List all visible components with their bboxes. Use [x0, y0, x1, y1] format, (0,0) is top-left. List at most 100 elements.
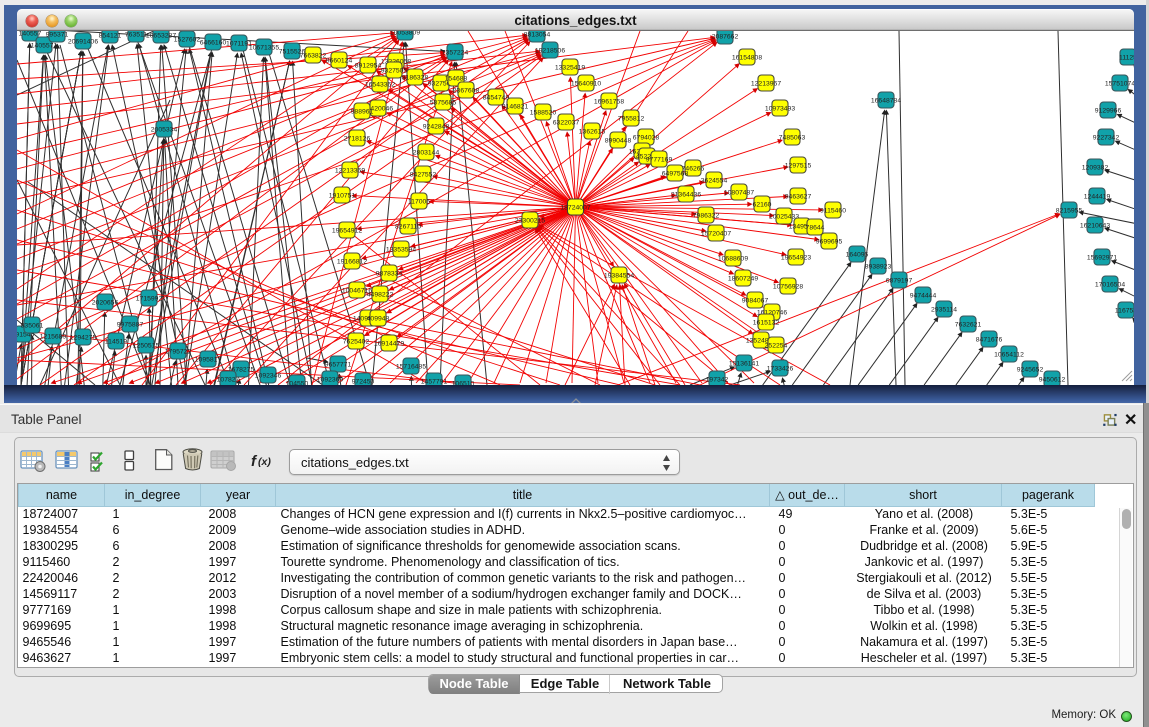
svg-text:9975887: 9975887	[117, 321, 144, 328]
svg-text:17016504: 17016504	[1095, 281, 1125, 288]
svg-text:1215689: 1215689	[40, 333, 67, 340]
svg-text:409948: 409948	[367, 315, 390, 322]
svg-text:252254: 252254	[765, 342, 788, 349]
svg-text:7955812: 7955812	[618, 115, 645, 122]
svg-text:2020656: 2020656	[92, 299, 119, 306]
svg-text:8186328: 8186328	[402, 74, 429, 81]
svg-text:16914479: 16914479	[374, 340, 404, 347]
svg-text:9699695: 9699695	[816, 238, 843, 245]
svg-text:154688: 154688	[445, 75, 468, 82]
svg-text:9084067: 9084067	[742, 297, 769, 304]
svg-text:995371: 995371	[46, 31, 69, 38]
svg-text:9474444: 9474444	[910, 292, 937, 299]
svg-text:1092346: 1092346	[255, 372, 282, 379]
svg-text:6497568: 6497568	[662, 170, 689, 177]
svg-text:8990448: 8990448	[605, 137, 632, 144]
svg-text:104550: 104550	[286, 380, 309, 385]
svg-text:18724007: 18724007	[560, 204, 590, 211]
svg-text:763511: 763511	[125, 31, 147, 38]
svg-text:8427552: 8427552	[410, 171, 437, 178]
svg-text:19654923: 19654923	[781, 254, 811, 261]
svg-text:19384554: 19384554	[604, 272, 634, 279]
svg-text:16648784: 16648784	[871, 97, 901, 104]
svg-text:6322037: 6322037	[553, 119, 580, 126]
svg-text:9242848: 9242848	[423, 123, 450, 130]
svg-text:7986322: 7986322	[693, 212, 720, 219]
svg-text:11125: 11125	[1119, 54, 1134, 61]
svg-text:(x): (x)	[258, 456, 271, 468]
svg-text:1588520: 1588520	[530, 109, 557, 116]
svg-text:1715992: 1715992	[136, 295, 163, 302]
svg-text:6879197: 6879197	[886, 277, 913, 284]
svg-text:8267110: 8267110	[395, 223, 421, 230]
svg-text:10807487: 10807487	[724, 189, 754, 196]
svg-text:10654112: 10654112	[994, 351, 1024, 358]
svg-text:16154808: 16154808	[732, 54, 762, 61]
svg-text:10756928: 10756928	[773, 283, 803, 290]
svg-text:16961758: 16961758	[594, 98, 624, 105]
svg-text:9450612: 9450612	[1039, 376, 1066, 383]
svg-text:988961: 988961	[351, 108, 374, 115]
svg-text:835061: 835061	[21, 322, 44, 329]
svg-text:15751074: 15751074	[1105, 80, 1134, 87]
svg-text:3624554: 3624554	[701, 177, 728, 184]
svg-text:6466160: 6466160	[200, 39, 227, 46]
svg-text:197342: 197342	[706, 376, 729, 383]
svg-text:114519: 114519	[105, 338, 127, 345]
svg-text:1095817: 1095817	[195, 356, 222, 363]
svg-text:18607249: 18607249	[728, 275, 758, 282]
svg-text:2087662: 2087662	[712, 33, 739, 40]
svg-text:1294275: 1294275	[70, 334, 97, 341]
svg-text:23300215: 23300215	[515, 217, 545, 224]
svg-text:9327505: 9327505	[381, 67, 408, 74]
svg-text:5875685: 5875685	[430, 99, 457, 106]
svg-text:9115460: 9115460	[820, 207, 846, 214]
svg-text:7357224: 7357224	[442, 49, 469, 56]
svg-text:1457791: 1457791	[421, 378, 448, 385]
svg-text:19654912: 19654912	[332, 227, 362, 234]
svg-text:10973493: 10973493	[765, 105, 795, 112]
svg-text:140557: 140557	[19, 31, 42, 37]
svg-text:7632621: 7632621	[955, 321, 982, 328]
svg-text:8938923: 8938923	[865, 263, 892, 270]
svg-text:7485063: 7485063	[779, 134, 806, 141]
svg-text:13325419: 13325419	[555, 64, 585, 71]
svg-text:7625402: 7625402	[343, 338, 370, 345]
svg-text:8660124: 8660124	[326, 57, 353, 64]
svg-text:116753: 116753	[1115, 307, 1134, 314]
svg-text:9878334: 9878334	[376, 270, 403, 277]
svg-text:854121: 854121	[99, 32, 122, 39]
svg-text:10671355: 10671355	[249, 44, 279, 51]
svg-text:8912954: 8912954	[355, 62, 382, 69]
svg-text:6794028: 6794028	[633, 134, 660, 141]
svg-text:19166812: 19166812	[337, 258, 367, 265]
svg-text:f: f	[251, 453, 258, 470]
svg-text:2803144: 2803144	[413, 149, 440, 156]
svg-text:15692971: 15692971	[1087, 254, 1117, 261]
svg-text:10688609: 10688609	[718, 255, 748, 262]
svg-text:4498222: 4498222	[367, 291, 394, 298]
svg-text:78644: 78644	[806, 224, 825, 231]
svg-text:2367608: 2367608	[453, 87, 480, 94]
svg-text:7663822: 7663822	[300, 52, 327, 59]
svg-text:9227342: 9227342	[1093, 134, 1120, 141]
svg-text:10053809: 10053809	[390, 31, 420, 36]
svg-text:9245652: 9245652	[1017, 366, 1044, 373]
svg-text:1795722: 1795722	[165, 348, 192, 355]
svg-text:1250515: 1250515	[133, 342, 160, 349]
svg-text:164095: 164095	[846, 251, 869, 258]
svg-text:12213369: 12213369	[335, 167, 365, 174]
svg-text:1910751: 1910751	[329, 192, 356, 199]
svg-text:12213967: 12213967	[751, 80, 781, 87]
svg-text:16543362: 16543362	[365, 81, 395, 88]
svg-text:15720407: 15720407	[701, 230, 731, 237]
svg-text:21364436: 21364436	[671, 191, 701, 198]
svg-text:9129966: 9129966	[1095, 107, 1122, 114]
svg-text:10653287: 10653287	[146, 32, 176, 39]
svg-text:972450: 972450	[352, 378, 375, 385]
svg-text:1209382: 1209382	[1082, 164, 1109, 171]
svg-text:13353594: 13353594	[386, 246, 416, 253]
svg-text:106510: 106510	[452, 380, 475, 385]
svg-text:8471676: 8471676	[976, 336, 1003, 343]
svg-text:1527602: 1527602	[174, 36, 201, 43]
